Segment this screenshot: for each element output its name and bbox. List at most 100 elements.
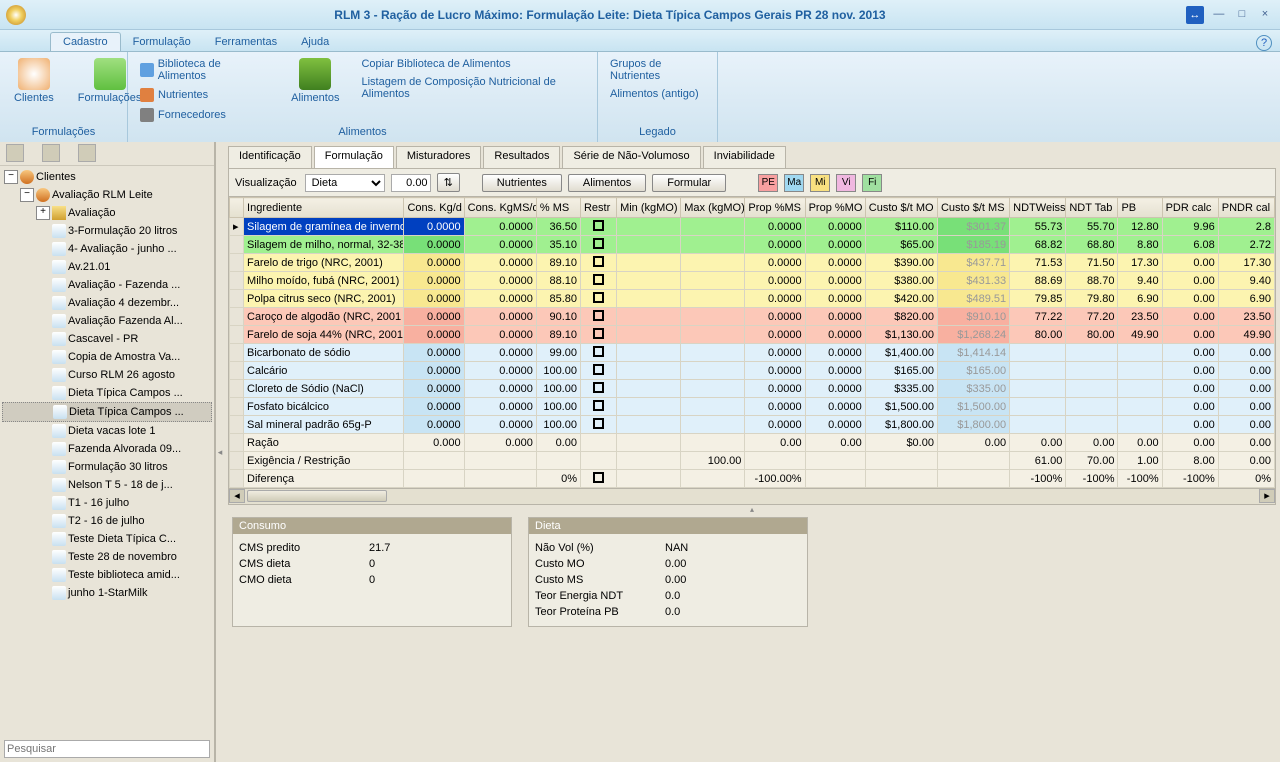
menu-ajuda[interactable]: Ajuda: [289, 33, 341, 51]
restr-checkbox[interactable]: [593, 364, 604, 375]
restr-checkbox[interactable]: [593, 346, 604, 357]
search-input[interactable]: [4, 740, 210, 758]
tree-item[interactable]: Av.21.01: [2, 258, 212, 276]
grid-row[interactable]: Diferença0%-100.00%-100%-100%-100%-100%0…: [230, 470, 1275, 488]
grid-row[interactable]: Fosfato bicálcico0.00000.0000100.000.000…: [230, 398, 1275, 416]
grid-col[interactable]: Cons. Kg/d: [404, 198, 464, 218]
grid-row[interactable]: Caroço de algodão (NRC, 20010.00000.0000…: [230, 308, 1275, 326]
ribbon-alimentos[interactable]: Alimentos: [285, 56, 345, 118]
grid-col[interactable]: % MS: [536, 198, 580, 218]
grid-col[interactable]: Restr: [580, 198, 616, 218]
tree-item[interactable]: Fazenda Alvorada 09...: [2, 440, 212, 458]
grid-col[interactable]: NDTWeiss: [1010, 198, 1066, 218]
grid-row[interactable]: Ração0.0000.0000.000.000.00$0.000.000.00…: [230, 434, 1275, 452]
restr-checkbox[interactable]: [593, 310, 604, 321]
tree-item[interactable]: T2 - 16 de julho: [2, 512, 212, 530]
tree-item[interactable]: Nelson T 5 - 18 de j...: [2, 476, 212, 494]
tree-item[interactable]: Copia de Amostra Va...: [2, 348, 212, 366]
settings-button[interactable]: ⇅: [437, 173, 460, 192]
help-icon[interactable]: ?: [1256, 35, 1272, 51]
ribbon-copiar-biblioteca[interactable]: Copiar Biblioteca de Alimentos: [357, 56, 589, 72]
tree-item[interactable]: junho 1-StarMilk: [2, 584, 212, 602]
grid-row[interactable]: Exigência / Restrição100.0061.0070.001.0…: [230, 452, 1275, 470]
ribbon-listagem[interactable]: Listagem de Composição Nutricional de Al…: [357, 74, 589, 102]
ribbon-grupos-nutrientes[interactable]: Grupos de Nutrientes: [606, 56, 709, 84]
grid-col[interactable]: PB: [1118, 198, 1162, 218]
grid-row[interactable]: Milho moído, fubá (NRC, 2001)0.00000.000…: [230, 272, 1275, 290]
btn-nutrientes[interactable]: Nutrientes: [482, 174, 562, 192]
grid-row[interactable]: Bicarbonato de sódio0.00000.000099.000.0…: [230, 344, 1275, 362]
ctab-3[interactable]: Resultados: [483, 146, 560, 168]
tree-root[interactable]: − Clientes: [2, 168, 212, 186]
tree-item[interactable]: Avaliação Fazenda Al...: [2, 312, 212, 330]
pill-mi[interactable]: Mi: [810, 174, 830, 192]
tree-item[interactable]: Dieta Típica Campos ...: [2, 402, 212, 422]
grid-row[interactable]: Calcário0.00000.0000100.000.00000.0000$1…: [230, 362, 1275, 380]
grid-col[interactable]: Prop %MS: [745, 198, 805, 218]
num-input[interactable]: [391, 174, 431, 192]
tree-item[interactable]: 3-Formulação 20 litros: [2, 222, 212, 240]
btn-formular[interactable]: Formular: [652, 174, 726, 192]
menu-formulacao[interactable]: Formulação: [121, 33, 203, 51]
btn-alimentos[interactable]: Alimentos: [568, 174, 646, 192]
pill-ma[interactable]: Ma: [784, 174, 804, 192]
restr-checkbox[interactable]: [593, 256, 604, 267]
grid-hscroll[interactable]: ◂ ▸: [228, 489, 1276, 505]
tree-item[interactable]: Dieta Típica Campos ...: [2, 384, 212, 402]
tree-item[interactable]: Teste 28 de novembro: [2, 548, 212, 566]
grid-col[interactable]: Prop %MO: [805, 198, 865, 218]
grid-col[interactable]: NDT Tab: [1066, 198, 1118, 218]
grid-col[interactable]: Custo $/t MO: [865, 198, 937, 218]
splitter-horizontal[interactable]: [228, 505, 1276, 513]
restr-checkbox[interactable]: [593, 382, 604, 393]
tree-item[interactable]: Teste biblioteca amid...: [2, 566, 212, 584]
maximize-button[interactable]: □: [1233, 8, 1251, 22]
grid-row[interactable]: Farelo de trigo (NRC, 2001)0.00000.00008…: [230, 254, 1275, 272]
grid-row[interactable]: ▸Silagem de gramínea de inverno0.00000.0…: [230, 218, 1275, 236]
ribbon-alimentos-antigo[interactable]: Alimentos (antigo): [606, 86, 709, 102]
restr-checkbox[interactable]: [593, 400, 604, 411]
grid-col[interactable]: Max (kgMO): [681, 198, 745, 218]
ribbon-biblioteca[interactable]: Biblioteca de Alimentos: [136, 56, 273, 84]
tree-item[interactable]: T1 - 16 julho: [2, 494, 212, 512]
ctab-2[interactable]: Misturadores: [396, 146, 482, 168]
minimize-button[interactable]: —: [1210, 8, 1228, 22]
restr-checkbox[interactable]: [593, 328, 604, 339]
tree-item[interactable]: Dieta vacas lote 1: [2, 422, 212, 440]
grid-row[interactable]: Silagem de milho, normal, 32-380.00000.0…: [230, 236, 1275, 254]
vis-select[interactable]: Dieta: [305, 174, 385, 192]
restr-checkbox[interactable]: [593, 418, 604, 429]
grid-col[interactable]: PDR calc: [1162, 198, 1218, 218]
restr-checkbox[interactable]: [593, 472, 604, 483]
scroll-right-icon[interactable]: ▸: [1259, 489, 1275, 503]
grid-col[interactable]: Min (kgMO): [617, 198, 681, 218]
ribbon-clientes[interactable]: Clientes: [8, 56, 60, 106]
grid-col[interactable]: Cons. KgMS/d: [464, 198, 536, 218]
scroll-left-icon[interactable]: ◂: [229, 489, 245, 503]
grid-row[interactable]: Cloreto de Sódio (NaCl)0.00000.0000100.0…: [230, 380, 1275, 398]
grid-col[interactable]: Custo $/t MS: [937, 198, 1009, 218]
tree-item[interactable]: Curso RLM 26 agosto: [2, 366, 212, 384]
ribbon-nutrientes[interactable]: Nutrientes: [136, 86, 273, 104]
restr-checkbox[interactable]: [593, 274, 604, 285]
tree-item[interactable]: 4- Avaliação - junho ...: [2, 240, 212, 258]
tree-sub[interactable]: + Avaliação: [2, 204, 212, 222]
sync-button[interactable]: ↔: [1186, 6, 1204, 24]
grid[interactable]: IngredienteCons. Kg/dCons. KgMS/d% MSRes…: [228, 196, 1276, 489]
grid-row[interactable]: Polpa citrus seco (NRC, 2001)0.00000.000…: [230, 290, 1275, 308]
sb-tool-1[interactable]: [6, 144, 24, 162]
menu-ferramentas[interactable]: Ferramentas: [203, 33, 289, 51]
sb-tool-2[interactable]: [42, 144, 60, 162]
grid-col[interactable]: PNDR cal: [1218, 198, 1274, 218]
grid-row[interactable]: Sal mineral padrão 65g-P0.00000.0000100.…: [230, 416, 1275, 434]
sb-tool-3[interactable]: [78, 144, 96, 162]
pill-pe[interactable]: PE: [758, 174, 778, 192]
tree-item[interactable]: Cascavel - PR: [2, 330, 212, 348]
close-button[interactable]: ×: [1256, 8, 1274, 22]
pill-fi[interactable]: Fi: [862, 174, 882, 192]
pill-vi[interactable]: Vi: [836, 174, 856, 192]
tree[interactable]: − Clientes− Avaliação RLM Leite+ Avaliaç…: [0, 166, 214, 736]
ctab-4[interactable]: Série de Não-Volumoso: [562, 146, 700, 168]
restr-checkbox[interactable]: [593, 238, 604, 249]
menu-cadastro[interactable]: Cadastro: [50, 32, 121, 51]
